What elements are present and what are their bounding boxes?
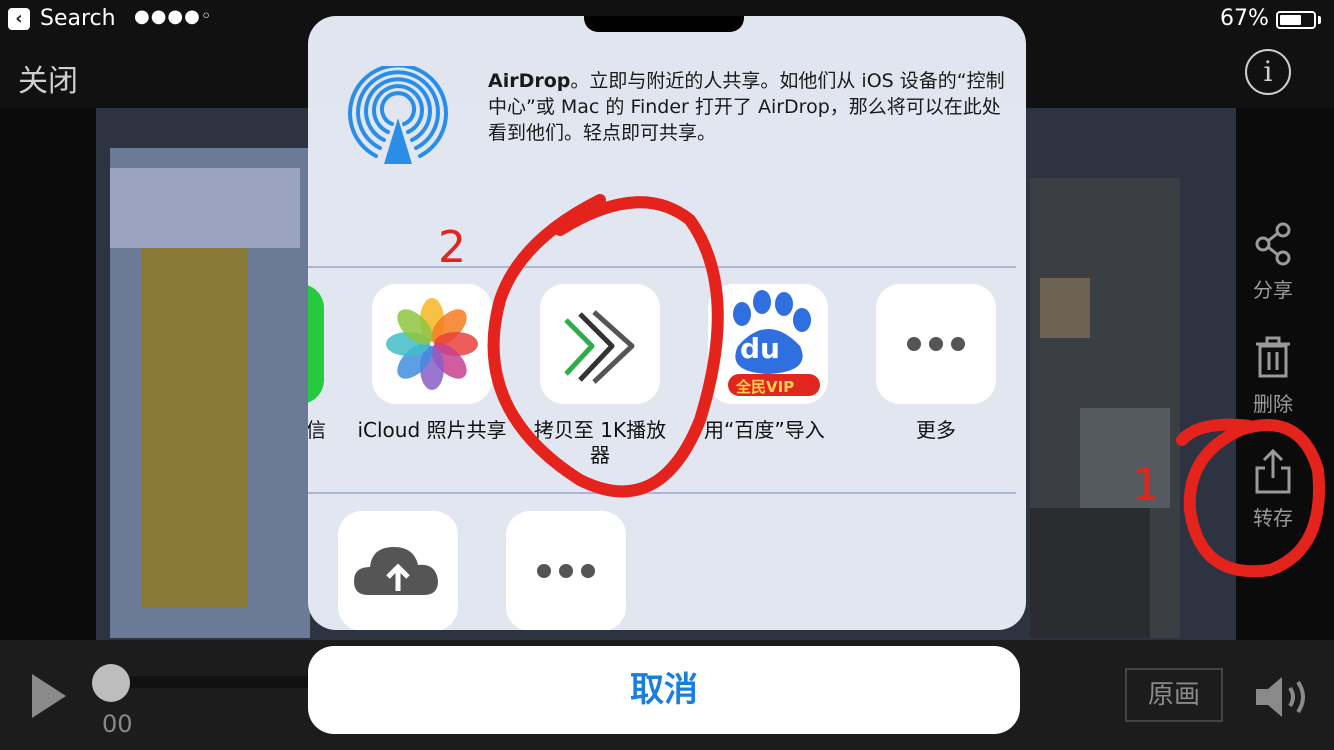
divider xyxy=(308,266,1016,268)
battery-level-fill xyxy=(1280,15,1301,25)
more-icon xyxy=(876,284,996,404)
progress-track[interactable] xyxy=(130,676,310,688)
baidu-icon: du 全民VIP xyxy=(708,284,828,404)
back-to-search-link[interactable]: Search xyxy=(40,6,116,31)
action-cloud-upload[interactable] xyxy=(338,511,458,630)
delete-tool-button[interactable]: 删除 xyxy=(1226,336,1320,417)
cloud-upload-icon xyxy=(338,511,458,630)
trash-icon xyxy=(1256,336,1290,378)
action-more[interactable] xyxy=(506,511,626,630)
back-chevron-icon[interactable]: ‹ xyxy=(8,8,30,30)
annotation-step-1: 1 xyxy=(1132,460,1160,511)
signal-strength-icon: ●●●●◦ xyxy=(134,6,213,27)
app-baidu-import[interactable]: du 全民VIP 用“百度”导入 xyxy=(704,284,828,443)
share-tool-button[interactable]: 分享 xyxy=(1226,222,1320,303)
baidu-vip-badge: 全民VIP xyxy=(736,378,795,396)
upload-icon xyxy=(1255,448,1291,494)
battery-percentage: 67% xyxy=(1220,6,1269,31)
app-label: 信 xyxy=(308,418,326,442)
share-tool-label: 分享 xyxy=(1253,278,1293,302)
close-button[interactable]: 关闭 xyxy=(18,56,78,100)
battery-tip xyxy=(1318,16,1321,24)
annotation-step-2: 2 xyxy=(438,222,466,273)
app-copy-to-1k-player[interactable]: 拷贝至 1K播放器 xyxy=(534,284,666,468)
more-icon xyxy=(506,511,626,630)
photos-icon xyxy=(372,284,492,404)
current-time: 00 xyxy=(102,710,133,738)
cancel-button[interactable]: 取消 xyxy=(308,646,1020,734)
info-button[interactable]: i xyxy=(1245,49,1291,95)
app-messages[interactable]: 信 xyxy=(308,284,326,443)
app-label: 用“百度”导入 xyxy=(704,418,825,442)
sheet-top-notch xyxy=(584,16,744,32)
airdrop-icon[interactable] xyxy=(346,66,450,170)
save-to-tool-button[interactable]: 转存 xyxy=(1226,448,1320,531)
baidu-du-logo: du xyxy=(740,332,780,365)
app-more[interactable]: 更多 xyxy=(876,284,996,443)
airdrop-description: AirDrop。立即与附近的人共享。如他们从 iOS 设备的“控制中心”或 Ma… xyxy=(488,68,1008,146)
play-icon[interactable] xyxy=(30,672,68,720)
delete-tool-label: 删除 xyxy=(1253,392,1293,416)
app-icloud-photo-sharing[interactable]: iCloud 照片共享 xyxy=(357,284,507,443)
share-nodes-icon xyxy=(1255,222,1291,266)
progress-scrubber-handle[interactable] xyxy=(92,664,130,702)
app-label: 更多 xyxy=(916,418,956,442)
volume-icon[interactable] xyxy=(1254,674,1312,720)
app-label: 拷贝至 1K播放器 xyxy=(533,418,667,467)
1k-player-icon xyxy=(540,284,660,404)
quality-button[interactable]: 原画 xyxy=(1125,668,1223,722)
messages-icon xyxy=(308,284,324,404)
share-sheet: AirDrop。立即与附近的人共享。如他们从 iOS 设备的“控制中心”或 Ma… xyxy=(308,16,1026,630)
save-to-tool-label: 转存 xyxy=(1253,506,1293,530)
app-label: iCloud 照片共享 xyxy=(357,418,507,442)
airdrop-title: AirDrop xyxy=(488,70,571,92)
battery-icon xyxy=(1276,11,1316,29)
divider xyxy=(308,492,1016,494)
